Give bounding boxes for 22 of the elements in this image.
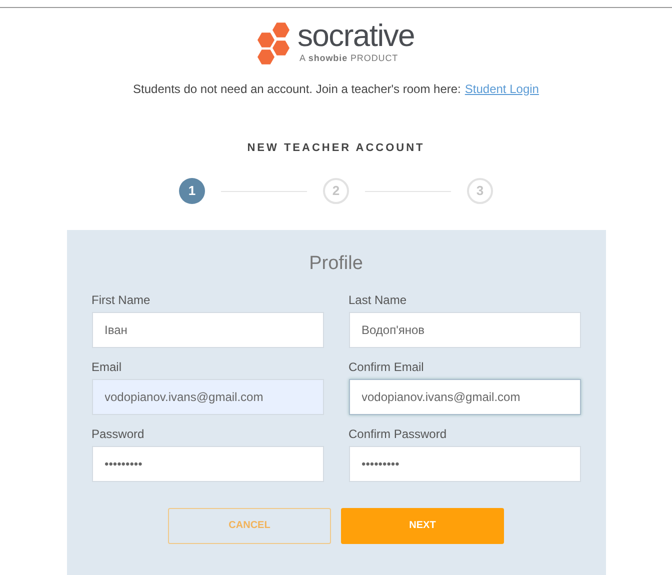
field-label: Last Name — [348, 292, 408, 308]
notice-text: Students do not need an account. Join a teacher's room here: — [133, 80, 461, 98]
student-login-link[interactable]: Student Login — [464, 80, 539, 98]
step-indicator: 3 — [467, 178, 493, 204]
text-field[interactable]: vodopianov.ivans@gmail.com — [348, 378, 580, 414]
field-label: Password — [92, 426, 146, 442]
step-indicator: 2 — [323, 178, 349, 204]
field-label: First Name — [92, 292, 152, 308]
field-label: Confirm Email — [348, 358, 425, 376]
logo-tagline: A showbie PRODUCT — [299, 52, 400, 65]
text-field[interactable]: ••••••••• — [348, 446, 580, 482]
text-field[interactable]: ••••••••• — [92, 446, 324, 482]
logo-wordmark: socrative — [297, 20, 415, 52]
page-heading: NEW TEACHER ACCOUNT — [247, 140, 425, 156]
text-field[interactable]: vodopianov.ivans@gmail.com — [92, 378, 324, 414]
field-label: Email — [92, 358, 123, 376]
form-title: Profile — [309, 252, 363, 276]
field-label: Confirm Password — [348, 426, 448, 442]
text-field[interactable]: Іван — [92, 312, 324, 348]
hexagon-logo-icon — [257, 20, 292, 65]
text-field[interactable]: Водоп'янов — [348, 312, 580, 348]
step-indicator: 1 — [179, 178, 205, 204]
